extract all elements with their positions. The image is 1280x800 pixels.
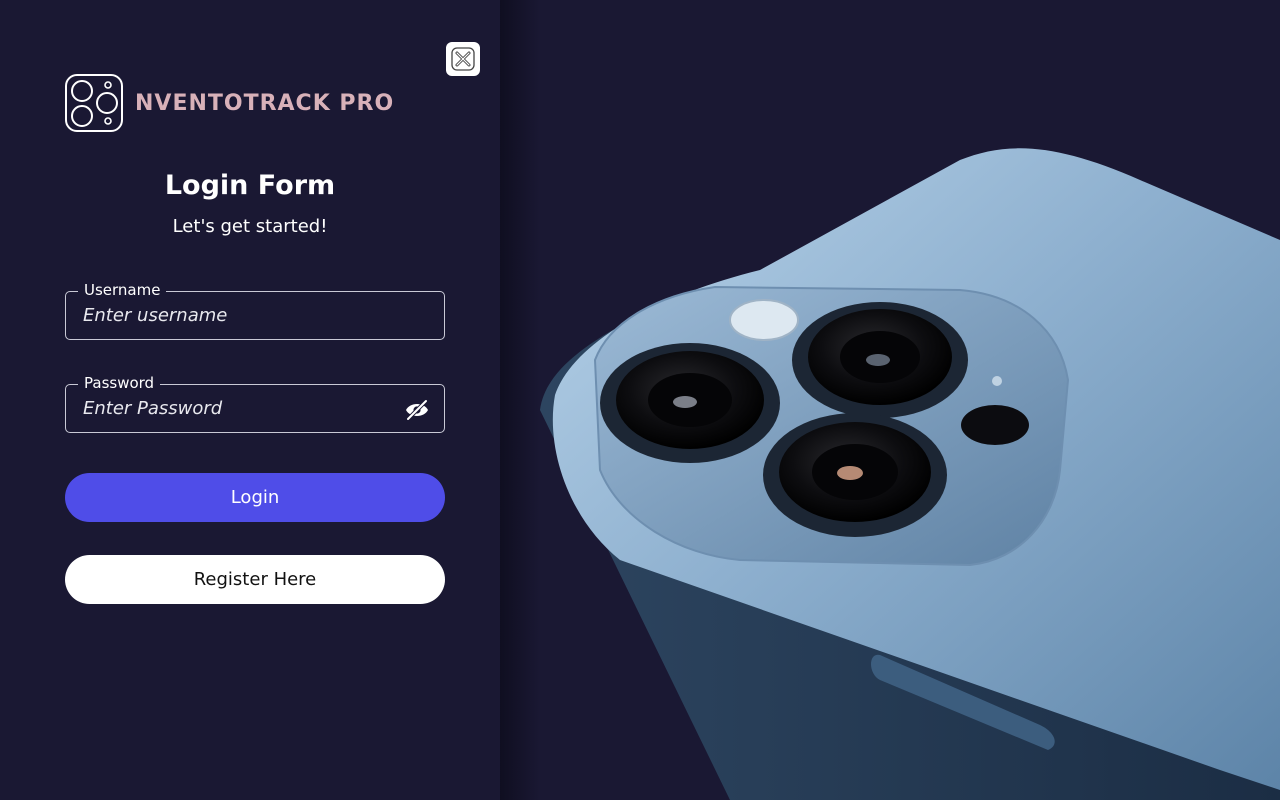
username-label: Username <box>78 281 167 299</box>
register-button[interactable]: Register Here <box>65 555 445 604</box>
password-input[interactable] <box>66 385 444 432</box>
eye-off-icon[interactable] <box>405 399 429 421</box>
brand-name: NVENTOTRACK PRO <box>135 90 395 116</box>
username-input[interactable] <box>66 292 444 339</box>
lens-left <box>600 343 780 463</box>
form-title: Login Form <box>164 170 336 201</box>
phone-camera-image <box>540 148 1280 800</box>
login-panel: NVENTOTRACK PRO Login Form Let's get sta… <box>0 0 500 800</box>
password-field: Password <box>65 374 445 433</box>
brand: NVENTOTRACK PRO <box>65 74 394 132</box>
camera-module-icon <box>65 74 123 132</box>
close-icon <box>451 47 475 71</box>
username-field: Username <box>65 281 445 340</box>
login-screen: NVENTOTRACK PRO Login Form Let's get sta… <box>0 0 1280 800</box>
hero-image-panel <box>500 0 1280 800</box>
lens-bottom <box>763 413 947 537</box>
form-subtitle: Let's get started! <box>172 216 328 237</box>
login-button[interactable]: Login <box>65 473 445 522</box>
close-button[interactable] <box>446 42 480 76</box>
password-label: Password <box>78 374 161 392</box>
lens-top <box>792 302 968 418</box>
